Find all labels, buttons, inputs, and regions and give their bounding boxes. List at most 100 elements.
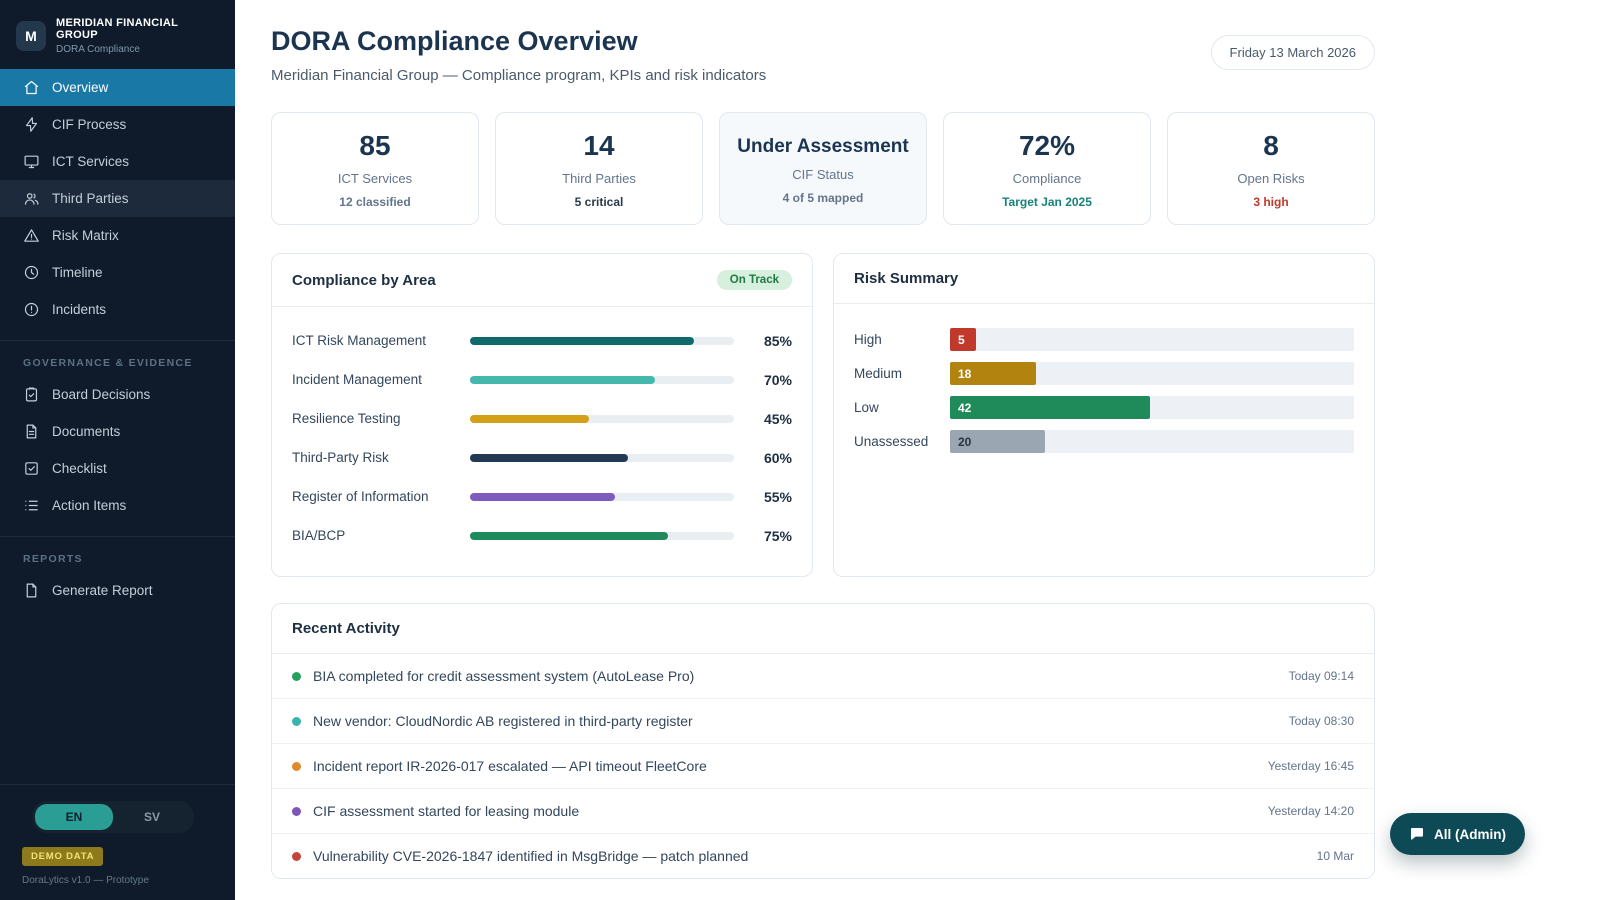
kpi-label: CIF Status — [730, 167, 916, 182]
risk-row-medium: Medium18 — [854, 362, 1354, 385]
kpi-label: Open Risks — [1178, 171, 1364, 186]
risk-bar-fill: 18 — [950, 362, 1036, 385]
sidebar-item-label: Timeline — [52, 265, 103, 280]
sidebar-item-overview[interactable]: Overview — [0, 69, 235, 106]
sidebar-item-board-decisions[interactable]: Board Decisions — [0, 376, 235, 413]
sidebar-item-generate-report[interactable]: Generate Report — [0, 572, 235, 609]
on-track-badge: On Track — [717, 270, 792, 290]
progress-track — [470, 532, 734, 540]
kpi-card-open-risks: 8Open Risks3 high — [1167, 112, 1375, 225]
sidebar-item-label: Risk Matrix — [52, 228, 119, 243]
compliance-row-bia-bcp: BIA/BCP75% — [292, 516, 792, 555]
risk-bar-track: 5 — [950, 328, 1354, 351]
risk-row-low: Low42 — [854, 396, 1354, 419]
org-subtitle: DORA Compliance — [56, 44, 219, 55]
sidebar-item-action-items[interactable]: Action Items — [0, 487, 235, 524]
progress-track — [470, 454, 734, 462]
sidebar-item-label: Generate Report — [52, 583, 153, 598]
sidebar-item-third-parties[interactable]: Third Parties — [0, 180, 235, 217]
activity-list: BIA completed for credit assessment syst… — [272, 654, 1374, 878]
activity-text: BIA completed for credit assessment syst… — [313, 668, 1289, 684]
alert-circle-icon — [23, 301, 40, 318]
kpi-card-ict-services: 85ICT Services12 classified — [271, 112, 479, 225]
activity-item: BIA completed for credit assessment syst… — [272, 654, 1374, 698]
nav-section-title-governance-evidence: GOVERNANCE & EVIDENCE — [0, 341, 235, 376]
recent-activity-panel: Recent Activity BIA completed for credit… — [271, 603, 1375, 879]
sidebar-item-timeline[interactable]: Timeline — [0, 254, 235, 291]
lang-en-button[interactable]: EN — [35, 804, 113, 830]
zap-icon — [23, 116, 40, 133]
risk-bar-track: 42 — [950, 396, 1354, 419]
compliance-by-area-panel: Compliance by Area On Track ICT Risk Man… — [271, 253, 813, 577]
risk-level-label: Low — [854, 400, 950, 415]
risk-level-label: Medium — [854, 366, 950, 381]
activity-time: 10 Mar — [1317, 849, 1354, 863]
activity-dot-icon — [292, 717, 301, 726]
progress-track — [470, 337, 734, 345]
sidebar-item-label: Board Decisions — [52, 387, 150, 402]
sidebar: M MERIDIAN FINANCIAL GROUP DORA Complian… — [0, 0, 235, 900]
sidebar-item-risk-matrix[interactable]: Risk Matrix — [0, 217, 235, 254]
file-text-icon — [23, 423, 40, 440]
progress-track — [470, 415, 734, 423]
compliance-area-label: ICT Risk Management — [292, 333, 470, 348]
kpi-label: Third Parties — [506, 171, 692, 186]
activity-text: Incident report IR-2026-017 escalated — … — [313, 758, 1268, 774]
compliance-percent: 85% — [750, 333, 792, 349]
brand-logo: M — [16, 21, 46, 51]
kpi-label: ICT Services — [282, 171, 468, 186]
main-nav: OverviewCIF ProcessICT Services Third Par… — [0, 69, 235, 328]
sidebar-item-documents[interactable]: Documents — [0, 413, 235, 450]
compliance-panel-title: Compliance by Area — [292, 272, 436, 289]
activity-item: Incident report IR-2026-017 escalated — … — [272, 743, 1374, 788]
risk-bar-track: 18 — [950, 362, 1354, 385]
compliance-area-label: Resilience Testing — [292, 411, 470, 426]
activity-time: Yesterday 14:20 — [1268, 804, 1354, 818]
risk-bar-fill: 5 — [950, 328, 976, 351]
compliance-percent: 75% — [750, 528, 792, 544]
sidebar-item-ict-services[interactable]: ICT Services — [0, 143, 235, 180]
compliance-panel-header: Compliance by Area On Track — [272, 254, 812, 307]
activity-item: CIF assessment started for leasing modul… — [272, 788, 1374, 833]
compliance-percent: 70% — [750, 372, 792, 388]
activity-dot-icon — [292, 762, 301, 771]
demo-data-badge: DEMO DATA — [22, 847, 103, 866]
sidebar-item-checklist[interactable]: Checklist — [0, 450, 235, 487]
sidebar-item-incidents[interactable]: Incidents — [0, 291, 235, 328]
risk-rows: High5Medium18Low42Unassessed20 — [834, 304, 1374, 480]
activity-time: Today 09:14 — [1289, 669, 1354, 683]
risk-summary-panel: Risk Summary High5Medium18Low42Unassesse… — [833, 253, 1375, 577]
sidebar-bottom: ENSV DEMO DATA DoraLytics v1.0 — Prototy… — [0, 784, 235, 900]
warning-triangle-icon — [23, 227, 40, 244]
progress-fill — [470, 415, 589, 423]
brand-text: MERIDIAN FINANCIAL GROUP DORA Compliance — [56, 17, 219, 55]
sidebar-item-label: Third Parties — [52, 191, 129, 206]
sidebar-item-label: Documents — [52, 424, 120, 439]
page-header-text: DORA Compliance Overview Meridian Financ… — [271, 26, 766, 84]
kpi-card-compliance: 72%ComplianceTarget Jan 2025 — [943, 112, 1151, 225]
page-subtitle: Meridian Financial Group — Compliance pr… — [271, 67, 766, 84]
progress-track — [470, 493, 734, 501]
progress-fill — [470, 337, 694, 345]
brand: M MERIDIAN FINANCIAL GROUP DORA Complian… — [0, 0, 235, 69]
admin-chat-button[interactable]: All (Admin) — [1390, 813, 1525, 855]
sidebar-item-cif-process[interactable]: CIF Process — [0, 106, 235, 143]
lang-sv-button[interactable]: SV — [113, 804, 191, 830]
risk-level-label: Unassessed — [854, 434, 950, 449]
kpi-label: Compliance — [954, 171, 1140, 186]
activity-text: CIF assessment started for leasing modul… — [313, 803, 1268, 819]
progress-fill — [470, 454, 628, 462]
list-icon — [23, 497, 40, 514]
risk-panel-header: Risk Summary — [834, 254, 1374, 304]
home-icon — [23, 79, 40, 96]
progress-fill — [470, 493, 615, 501]
risk-row-high: High5 — [854, 328, 1354, 351]
activity-text: New vendor: CloudNordic AB registered in… — [313, 713, 1289, 729]
compliance-row-ict-risk-management: ICT Risk Management 85% — [292, 321, 792, 360]
risk-bar-track: 20 — [950, 430, 1354, 453]
compliance-area-label: Third-Party Risk — [292, 450, 470, 465]
page-title: DORA Compliance Overview — [271, 26, 766, 57]
activity-item: Vulnerability CVE-2026-1847 identified i… — [272, 833, 1374, 878]
kpi-row: 85ICT Services12 classified14Third Parti… — [271, 112, 1375, 225]
kpi-value: 85 — [282, 130, 468, 162]
